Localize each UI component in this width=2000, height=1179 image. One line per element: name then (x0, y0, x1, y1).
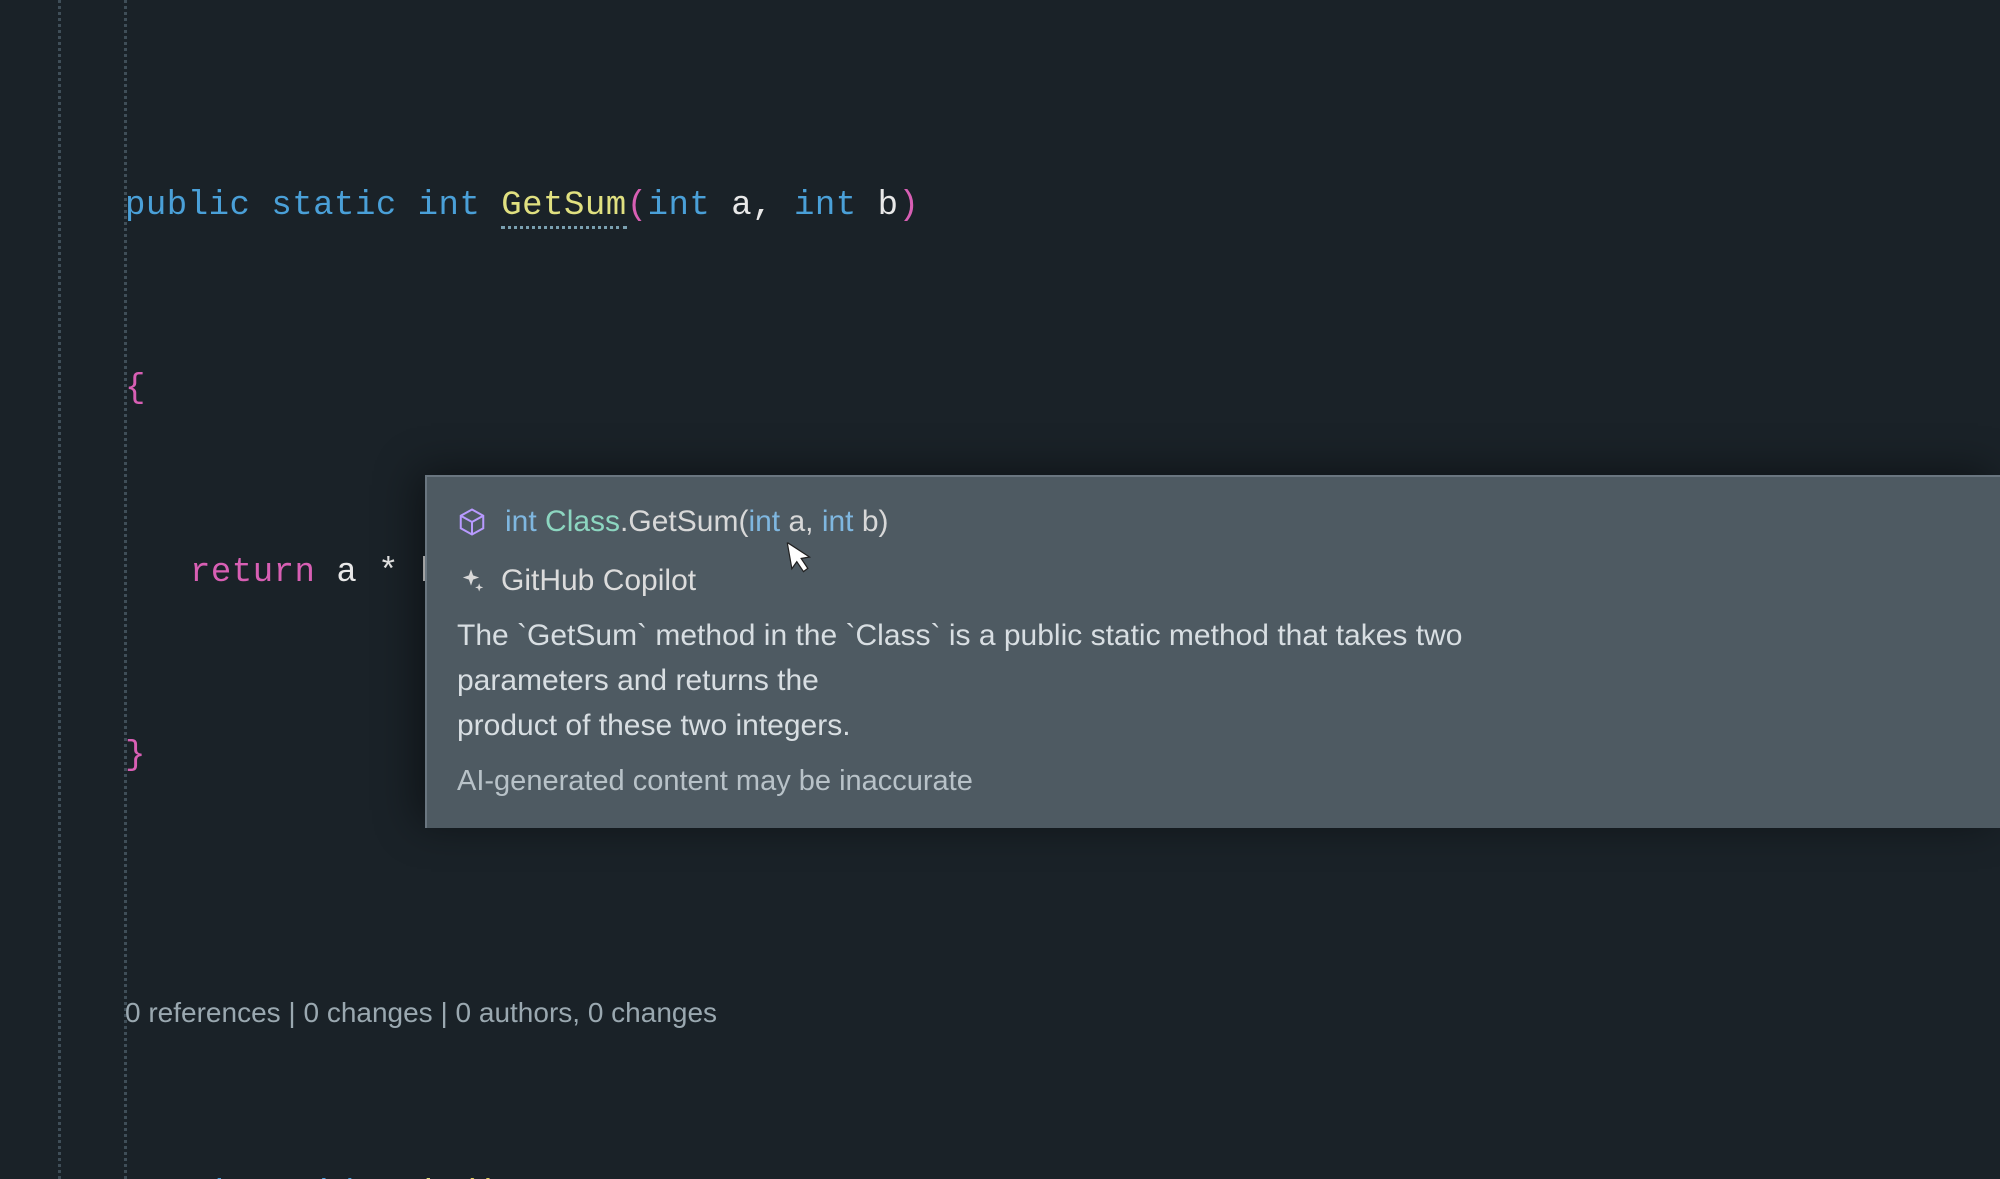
tooltip-signature: int Class.GetSum(int a, int b) (505, 499, 889, 544)
sig-method: GetSum (628, 505, 738, 538)
sig-class: Class (545, 505, 620, 538)
hover-tooltip[interactable]: int Class.GetSum(int a, int b) GitHub Co… (425, 475, 2000, 828)
tooltip-desc-line-3: product of these two integers. (457, 709, 851, 742)
paren-close: ) (898, 187, 919, 225)
method-cube-icon (457, 507, 487, 537)
keyword-public: public (125, 187, 250, 225)
tooltip-desc-line-1: The `GetSum` method in the `Class` is a … (457, 619, 1462, 652)
sig-param-type: int (748, 505, 780, 538)
keyword-return: return (190, 554, 315, 592)
tooltip-signature-row: int Class.GetSum(int a, int b) (457, 499, 1970, 544)
code-line[interactable]: { (55, 367, 2000, 413)
param-type: int (648, 187, 711, 225)
tooltip-disclaimer: AI-generated content may be inaccurate (457, 760, 1970, 804)
keyword-int: int (418, 187, 481, 225)
keyword-static: static (271, 187, 396, 225)
param-type: int (794, 187, 857, 225)
param-name: a (731, 187, 752, 225)
tooltip-description: The `GetSum` method in the `Class` is a … (457, 613, 1507, 748)
code-line[interactable]: public static int GetSum(int a, int b) (55, 184, 2000, 230)
sig-param-type: int (822, 505, 854, 538)
paren-open: ( (627, 187, 648, 225)
brace-open: { (125, 370, 146, 408)
tooltip-desc-line-2: parameters and returns the (457, 664, 819, 697)
codelens-main[interactable]: 0 references | 0 changes | 0 authors, 0 … (55, 964, 2000, 1036)
brace-close: } (125, 737, 146, 775)
sparkle-icon (457, 567, 485, 595)
sig-return-type: int (505, 505, 537, 538)
tooltip-provider-row: GitHub Copilot (457, 558, 1970, 603)
sig-param-name: a (788, 505, 805, 538)
param-name: b (878, 187, 899, 225)
method-name-getsum[interactable]: GetSum (501, 187, 626, 229)
sig-param-name: b (862, 505, 879, 538)
tooltip-provider-label: GitHub Copilot (501, 558, 696, 603)
code-line[interactable]: static void Main() (55, 1173, 2000, 1179)
